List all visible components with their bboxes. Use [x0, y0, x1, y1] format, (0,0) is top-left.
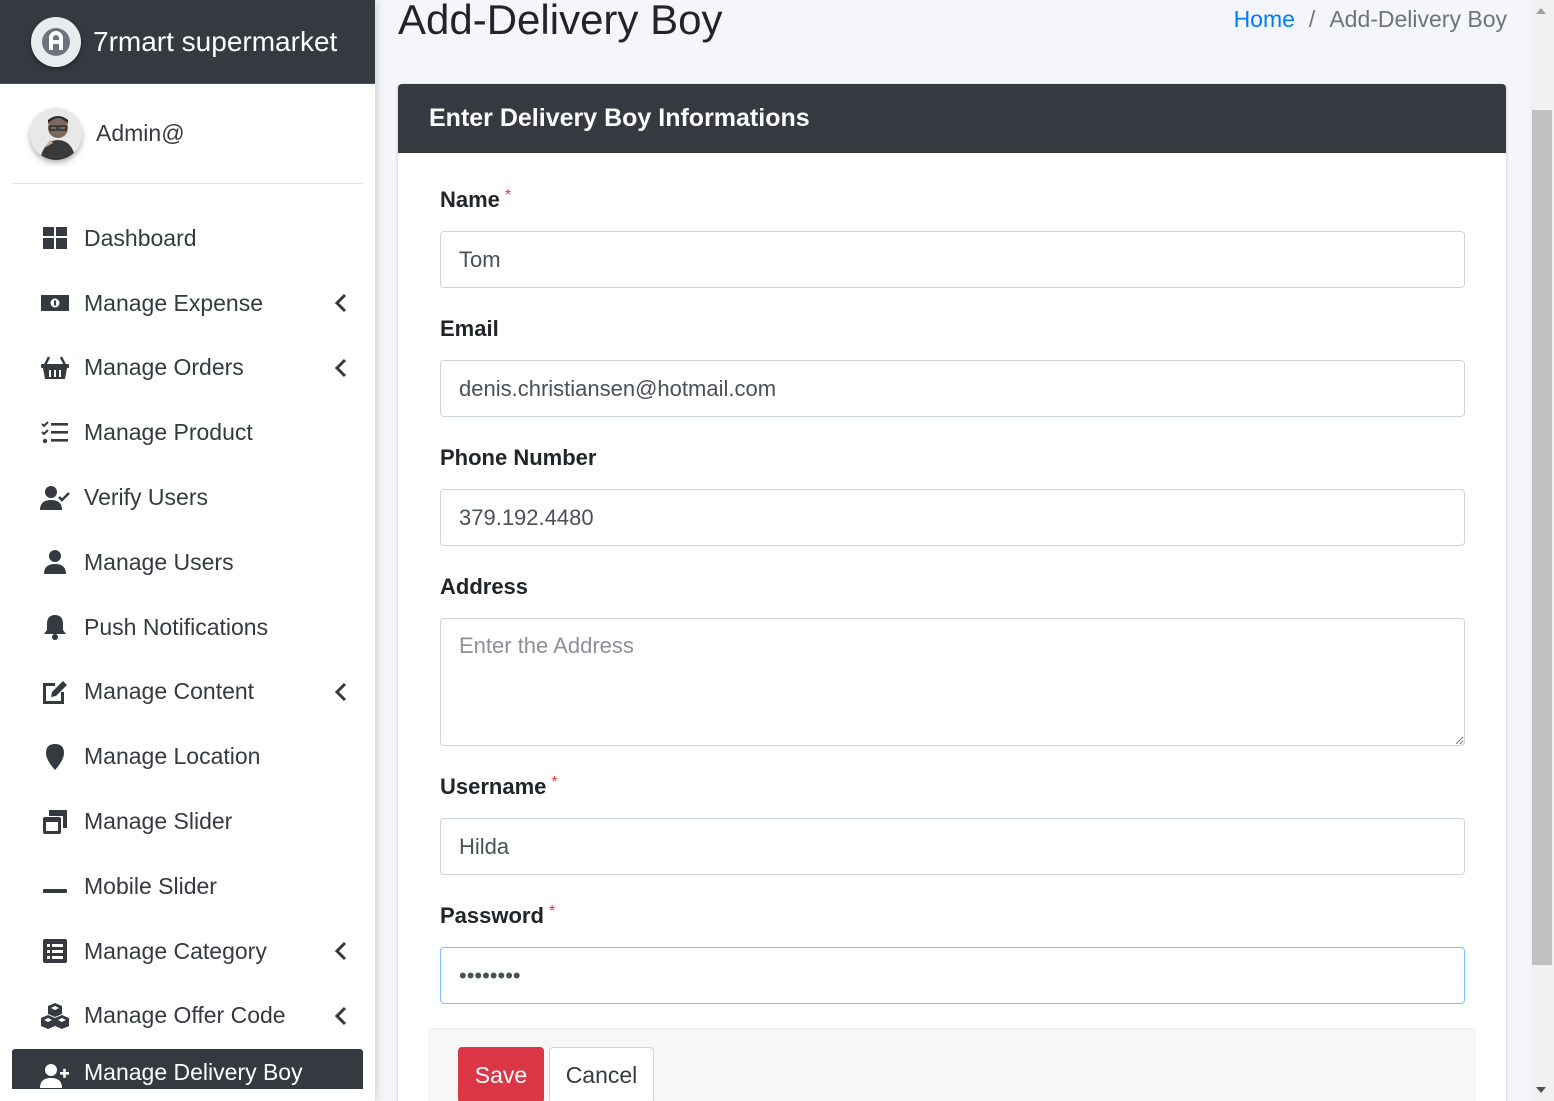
breadcrumb-separator: /	[1308, 6, 1316, 32]
money-bill-icon	[38, 286, 72, 320]
sidebar-item-manage-product[interactable]: Manage Product	[0, 400, 375, 465]
chevron-left-icon	[333, 940, 349, 962]
sidebar-item-label: Manage Content	[84, 678, 255, 705]
email-label: Email	[440, 316, 499, 341]
list-alt-icon	[38, 934, 72, 968]
window-restore-icon	[38, 805, 72, 839]
sidebar-nav: Dashboard Manage Expense Manage Orders M…	[0, 184, 375, 1090]
scrollbar-thumb[interactable]	[1532, 110, 1552, 965]
sidebar-item-label: Manage Delivery Boy	[84, 1059, 303, 1086]
address-label: Address	[440, 574, 529, 599]
sidebar-item-dashboard[interactable]: Dashboard	[0, 206, 375, 271]
username-input[interactable]	[440, 818, 1465, 875]
sidebar-item-label: Manage Users	[84, 548, 234, 575]
user-icon	[38, 545, 72, 579]
address-form-group: Address	[440, 574, 1465, 746]
sidebar-item-label: Manage Orders	[84, 354, 244, 381]
avatar[interactable]	[30, 107, 82, 160]
sidebar-item-manage-category[interactable]: Manage Category	[0, 919, 375, 984]
sidebar-item-label: Push Notifications	[84, 613, 269, 640]
save-button[interactable]: Save	[458, 1047, 544, 1101]
password-label-text: Password	[440, 903, 544, 928]
chevron-left-icon	[333, 681, 349, 703]
sidebar-item-label: Mobile Slider	[84, 872, 217, 899]
brand-logo-icon	[31, 16, 81, 67]
sidebar-item-label: Manage Product	[84, 419, 253, 446]
main-sidebar: 7rmart supermarket Admin@ Dashboard Mana…	[0, 0, 375, 1101]
sidebar-item-mobile-slider[interactable]: Mobile Slider	[0, 854, 375, 919]
email-form-group: Email	[440, 316, 1465, 417]
required-asterisk: *	[504, 187, 512, 204]
required-asterisk: *	[548, 903, 556, 920]
card-header: Enter Delivery Boy Informations	[398, 84, 1506, 153]
page-title: Add-Delivery Boy	[398, 0, 723, 43]
name-form-group: Name *	[440, 187, 1465, 288]
brand-link[interactable]: 7rmart supermarket	[0, 0, 375, 84]
chevron-left-icon	[333, 357, 349, 379]
sidebar-item-label: Manage Expense	[84, 289, 264, 316]
sidebar-item-label: Manage Offer Code	[84, 1002, 286, 1029]
user-check-icon	[38, 481, 72, 515]
chevron-left-icon	[333, 1005, 349, 1027]
edit-icon	[38, 675, 72, 709]
minus-icon	[38, 869, 72, 903]
user-plus-icon	[38, 1059, 72, 1089]
scroll-up-arrow-icon[interactable]	[1536, 8, 1546, 14]
shopping-basket-icon	[38, 351, 72, 385]
sidebar-item-manage-offer-code[interactable]: Manage Offer Code	[0, 984, 375, 1049]
sidebar-item-label: Manage Slider	[84, 808, 233, 835]
delivery-boy-form-card: Enter Delivery Boy Informations Name* Em…	[398, 84, 1506, 1101]
cubes-icon	[38, 999, 72, 1033]
sidebar-item-manage-users[interactable]: Manage Users	[0, 530, 375, 595]
breadcrumb-current: Add-Delivery Boy	[1329, 6, 1507, 32]
chevron-left-icon	[333, 292, 349, 314]
brand-name: 7rmart supermarket	[93, 25, 338, 57]
phone-label: Phone Number	[440, 445, 597, 470]
password-form-group: Password *	[440, 903, 1465, 1004]
username-label-text: Username	[440, 774, 547, 799]
phone-input[interactable]	[440, 489, 1465, 546]
dashboard-icon	[38, 221, 72, 255]
name-label-text: Name	[440, 187, 500, 212]
name-label: Name *	[440, 187, 1465, 217]
sidebar-item-push-notifications[interactable]: Push Notifications	[0, 595, 375, 660]
cancel-button[interactable]: Cancel	[549, 1047, 654, 1101]
sidebar-item-label: Verify Users	[84, 484, 208, 511]
scroll-down-arrow-icon[interactable]	[1536, 1087, 1546, 1093]
email-input[interactable]	[440, 360, 1465, 417]
tasks-list-icon	[38, 416, 72, 450]
page-scrollbar[interactable]	[1530, 0, 1554, 1101]
sidebar-item-verify-users[interactable]: Verify Users	[0, 465, 375, 530]
card-footer: Save Cancel	[428, 1028, 1476, 1101]
breadcrumb-home-link[interactable]: Home	[1234, 6, 1295, 32]
sidebar-item-manage-orders[interactable]: Manage Orders	[0, 336, 375, 401]
sidebar-item-label: Dashboard	[84, 224, 197, 251]
breadcrumb: Home / Add-Delivery Boy	[1234, 6, 1507, 33]
address-textarea[interactable]	[440, 618, 1465, 746]
username-label: Username *	[440, 774, 1465, 804]
sidebar-item-label: Manage Location	[84, 743, 261, 770]
sidebar-item-manage-delivery-boy[interactable]: Manage Delivery Boy	[12, 1049, 363, 1090]
sidebar-item-label: Manage Category	[84, 937, 267, 964]
name-input[interactable]	[440, 231, 1465, 288]
phone-form-group: Phone Number	[440, 445, 1465, 546]
required-asterisk: *	[551, 774, 558, 791]
sidebar-item-manage-location[interactable]: Manage Location	[0, 724, 375, 789]
user-panel: Admin@	[12, 84, 363, 184]
bell-icon	[38, 610, 72, 644]
username-form-group: Username *	[440, 774, 1465, 875]
content-wrapper: Add-Delivery Boy Home / Add-Delivery Boy E…	[375, 0, 1530, 1101]
card-title: Enter Delivery Boy Informations	[429, 104, 810, 132]
sidebar-item-manage-content[interactable]: Manage Content	[0, 660, 375, 725]
password-input[interactable]	[440, 947, 1465, 1004]
user-name-link[interactable]: Admin@	[96, 120, 185, 147]
password-label: Password *	[440, 903, 1465, 933]
sidebar-item-manage-expense[interactable]: Manage Expense	[0, 271, 375, 336]
sidebar-item-manage-slider[interactable]: Manage Slider	[0, 789, 375, 854]
map-marker-icon	[38, 740, 72, 774]
